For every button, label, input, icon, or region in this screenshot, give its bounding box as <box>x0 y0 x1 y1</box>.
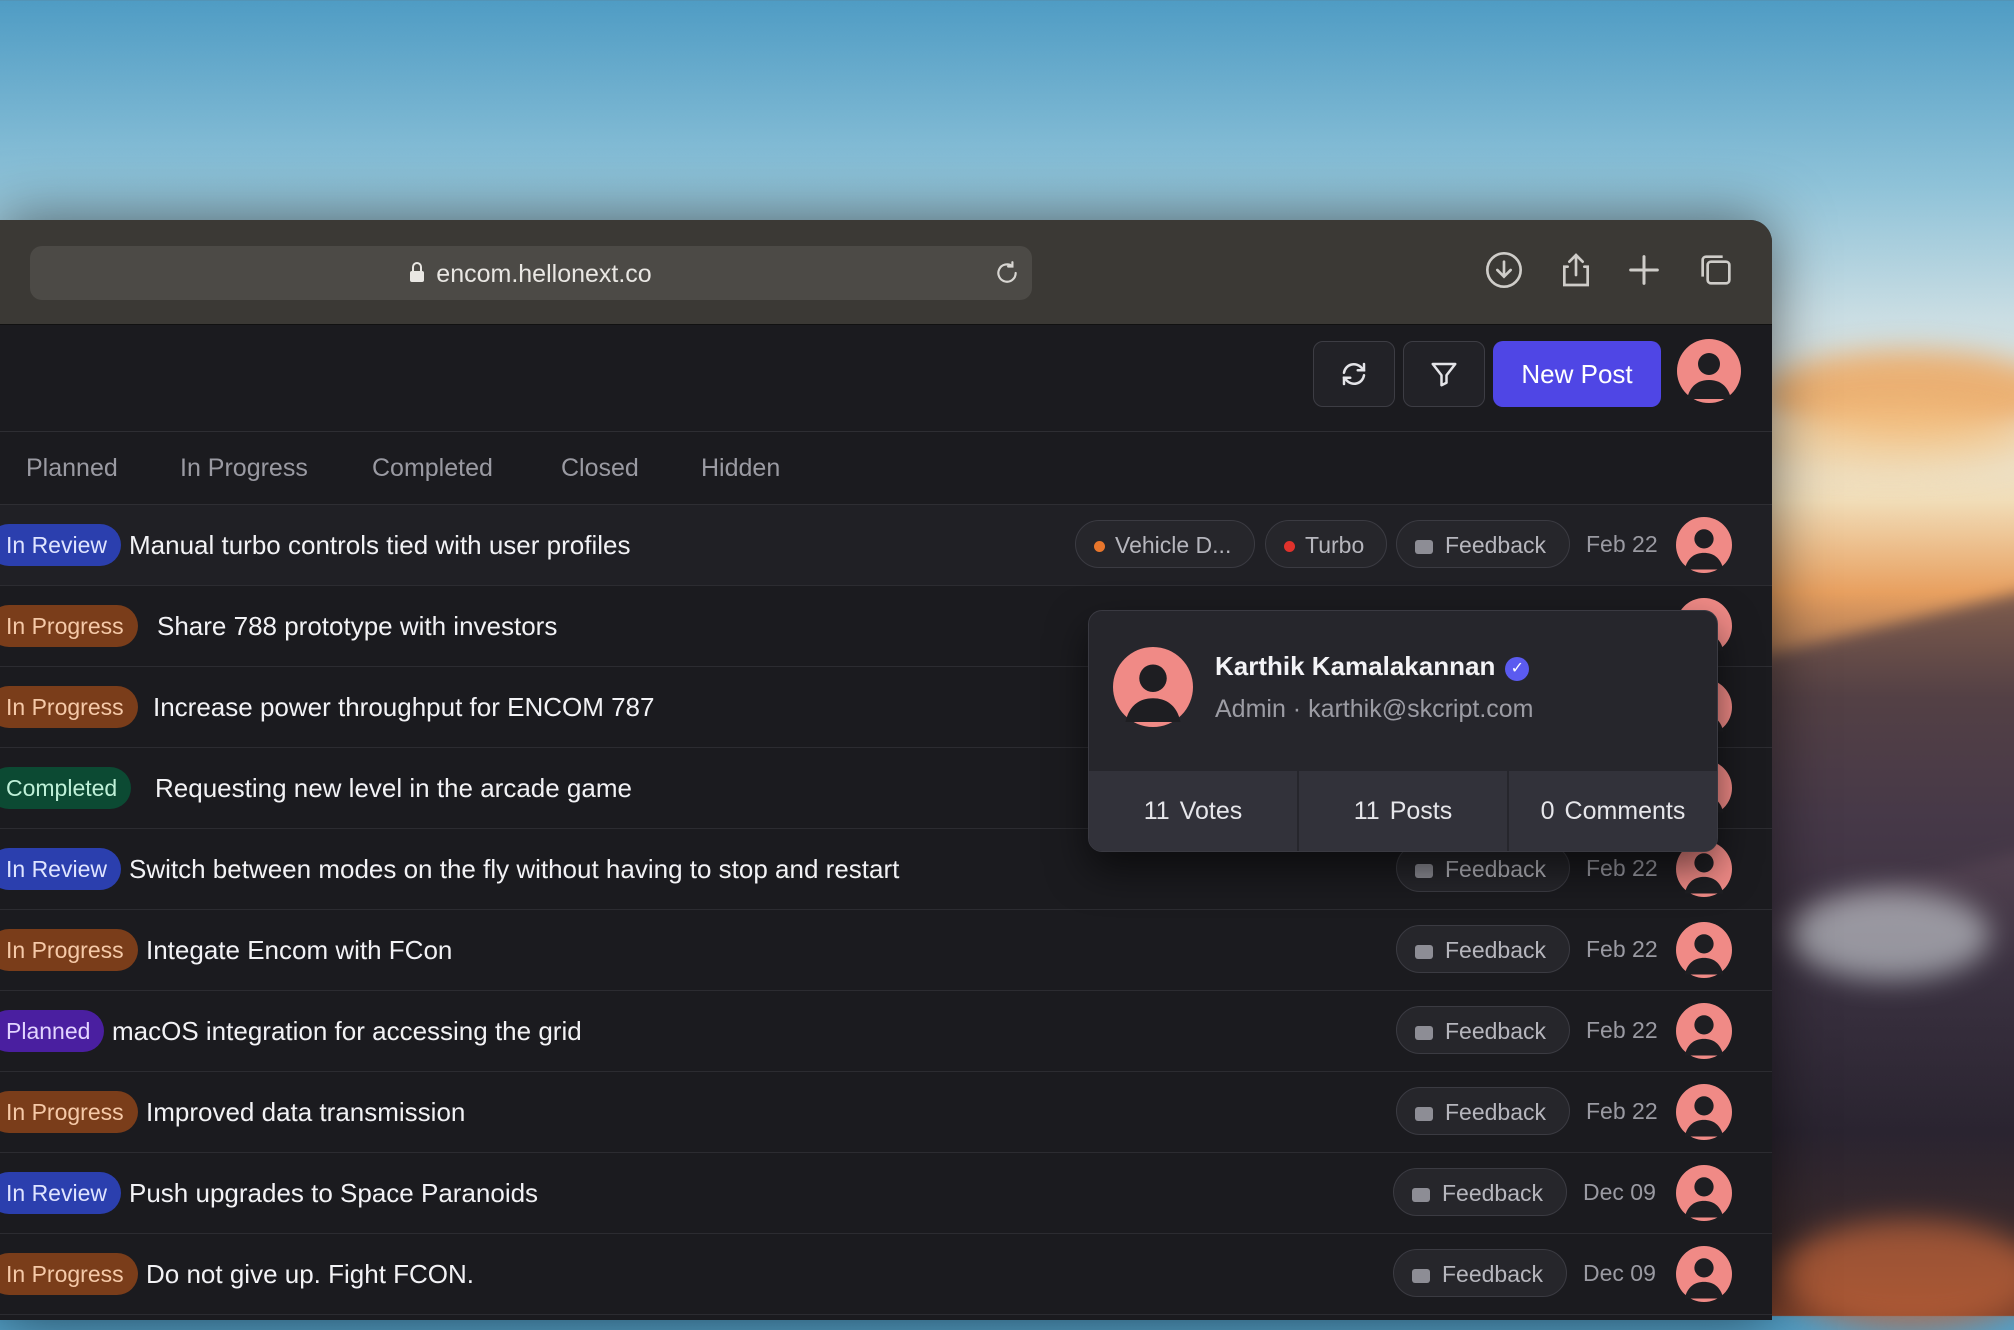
table-row[interactable]: In Progress Improved data transmission F… <box>0 1072 1772 1153</box>
inbox-icon <box>1415 1107 1433 1121</box>
user-avatar[interactable] <box>1677 339 1741 403</box>
lock-icon <box>410 262 425 282</box>
status-tabs: Planned In Progress Completed Closed Hid… <box>0 432 1772 505</box>
author-avatar[interactable] <box>1676 1084 1732 1140</box>
filter-icon <box>1431 362 1457 387</box>
tab-in-progress[interactable]: In Progress <box>180 454 308 483</box>
post-date: Feb 22 <box>1586 855 1658 881</box>
post-title[interactable]: macOS integration for accessing the grid <box>112 1016 582 1047</box>
user-hover-card: Karthik Kamalakannan ✓ Admin · karthik@sk… <box>1088 610 1718 852</box>
comments-stat[interactable]: 0 Comments <box>1509 771 1717 851</box>
status-badge: In Progress <box>0 605 138 647</box>
profile-name: Karthik Kamalakannan <box>1215 651 1496 681</box>
tag-chip[interactable]: Feedback <box>1393 1168 1567 1216</box>
post-date: Dec 09 <box>1583 1260 1656 1286</box>
tag-dot-icon <box>1094 541 1105 552</box>
verified-check-icon: ✓ <box>1505 657 1530 681</box>
tag-dot-icon <box>1284 541 1295 552</box>
author-avatar[interactable] <box>1676 1165 1732 1221</box>
tab-hidden[interactable]: Hidden <box>701 454 780 483</box>
post-date: Feb 22 <box>1586 1017 1658 1043</box>
profile-name-line: Karthik Kamalakannan ✓ <box>1215 651 1530 682</box>
address-bar[interactable]: encom.hellonext.co <box>30 246 1032 300</box>
reload-icon[interactable] <box>994 260 1020 286</box>
status-badge: Planned <box>0 1010 105 1052</box>
post-title[interactable]: Switch between modes on the fly without … <box>129 854 899 885</box>
post-title[interactable]: Increase power throughput for ENCOM 787 <box>153 692 654 723</box>
status-badge: In Progress <box>0 1253 138 1295</box>
post-date: Feb 22 <box>1586 1098 1658 1124</box>
tab-completed[interactable]: Completed <box>372 454 493 483</box>
status-badge: In Progress <box>0 686 138 728</box>
author-avatar[interactable] <box>1676 1246 1732 1302</box>
download-icon[interactable] <box>1484 250 1524 290</box>
post-title[interactable]: Do not give up. Fight FCON. <box>146 1259 474 1290</box>
status-badge: In Review <box>0 848 121 890</box>
inbox-icon <box>1415 945 1433 959</box>
tag-chip[interactable]: Feedback <box>1396 925 1570 973</box>
post-title[interactable]: Manual turbo controls tied with user pro… <box>129 530 630 561</box>
post-title[interactable]: Share 788 prototype with investors <box>157 611 557 642</box>
tag-chip[interactable]: Turbo <box>1265 520 1387 568</box>
browser-toolbar: encom.hellonext.co <box>0 220 1772 325</box>
refresh-icon <box>1342 362 1366 386</box>
tab-closed[interactable]: Closed <box>561 454 639 483</box>
inbox-icon <box>1415 1026 1433 1040</box>
post-date: Dec 09 <box>1583 1179 1656 1205</box>
table-row[interactable]: In Review Push upgrades to Space Paranoi… <box>0 1153 1772 1234</box>
status-badge: Completed <box>0 767 132 809</box>
author-avatar[interactable] <box>1676 922 1732 978</box>
tag-chip[interactable]: Feedback <box>1396 1087 1570 1135</box>
table-row[interactable]: In Progress Integate Encom with FCon Fee… <box>0 910 1772 991</box>
inbox-icon <box>1415 540 1433 554</box>
filter-button[interactable] <box>1403 341 1485 407</box>
address-url: encom.hellonext.co <box>436 260 652 288</box>
post-date: Feb 22 <box>1586 531 1658 557</box>
votes-stat[interactable]: 11 Votes <box>1089 771 1299 851</box>
inbox-icon <box>1415 864 1433 878</box>
tag-chip[interactable]: Feedback <box>1396 520 1570 568</box>
post-date: Feb 22 <box>1586 936 1658 962</box>
author-avatar[interactable] <box>1676 517 1732 573</box>
posts-stat[interactable]: 11 Posts <box>1299 771 1509 851</box>
table-row[interactable]: In Review Manual turbo controls tied wit… <box>0 505 1772 586</box>
tag-chip[interactable]: Feedback <box>1396 1006 1570 1054</box>
post-title[interactable]: Improved data transmission <box>146 1097 465 1128</box>
new-post-button[interactable]: New Post <box>1493 341 1661 407</box>
post-title[interactable]: Push upgrades to Space Paranoids <box>129 1178 538 1209</box>
table-row[interactable]: Planned macOS integration for accessing … <box>0 991 1772 1072</box>
tag-chip[interactable]: Feedback <box>1393 1249 1567 1297</box>
status-badge: In Review <box>0 524 121 566</box>
status-badge: In Review <box>0 1172 121 1214</box>
share-icon[interactable] <box>1556 250 1596 290</box>
board-header: New Post <box>0 325 1772 432</box>
post-title[interactable]: Requesting new level in the arcade game <box>155 773 632 804</box>
inbox-icon <box>1412 1188 1430 1202</box>
address-text-wrap: encom.hellonext.co <box>30 260 1032 289</box>
new-tab-icon[interactable] <box>1624 250 1664 290</box>
status-badge: In Progress <box>0 929 138 971</box>
tag-chip[interactable]: Vehicle D... <box>1075 520 1255 568</box>
author-avatar[interactable] <box>1676 1003 1732 1059</box>
tab-planned[interactable]: Planned <box>26 454 118 483</box>
inbox-icon <box>1412 1269 1430 1283</box>
profile-subtitle: Admin · karthik@skcript.com <box>1215 695 1534 723</box>
tabs-overview-icon[interactable] <box>1696 250 1736 290</box>
refresh-button[interactable] <box>1313 341 1395 407</box>
status-badge: In Progress <box>0 1091 138 1133</box>
post-title[interactable]: Integate Encom with FCon <box>146 935 452 966</box>
profile-stats: 11 Votes 11 Posts 0 Comments <box>1089 771 1717 851</box>
table-row[interactable]: In Progress Do not give up. Fight FCON. … <box>0 1234 1772 1315</box>
profile-avatar <box>1113 647 1193 727</box>
